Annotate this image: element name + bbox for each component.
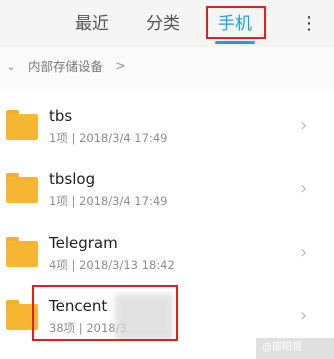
chevron-right-icon: ›: [300, 178, 308, 199]
tab-recent[interactable]: 最近: [72, 12, 112, 36]
chevron-down-icon[interactable]: ⌄: [4, 59, 18, 75]
breadcrumb: ⌄ 内部存储设备 >: [0, 47, 334, 89]
active-tab-indicator: [215, 41, 255, 44]
annotation-highlight-phone: [206, 6, 266, 39]
folder-meta: 4项 | 2018/3/13 18:42: [49, 258, 175, 272]
chevron-right-icon: >: [115, 59, 126, 74]
folder-meta: 1项 | 2018/3/4 17:49: [49, 194, 168, 208]
chevron-right-icon: ›: [300, 242, 308, 263]
list-item[interactable]: tbslog 1项 | 2018/3/4 17:49 ›: [0, 157, 334, 221]
folder-icon: [6, 173, 38, 203]
chevron-right-icon: ›: [300, 305, 308, 326]
folder-name: tbslog: [49, 170, 96, 188]
tab-category[interactable]: 分类: [143, 12, 183, 36]
annotation-highlight-tencent: [32, 285, 178, 341]
folder-meta: 1项 | 2018/3/4 17:49: [49, 131, 168, 145]
top-tab-bar: 最近 分类 手机 ⋮: [0, 0, 334, 47]
chevron-right-icon: ›: [300, 115, 308, 136]
list-item[interactable]: Telegram 4项 | 2018/3/13 18:42 ›: [0, 221, 334, 285]
more-options-icon[interactable]: ⋮: [300, 12, 318, 36]
list-item[interactable]: tbs 1项 | 2018/3/4 17:49 ›: [0, 94, 334, 158]
folder-icon: [6, 237, 38, 267]
breadcrumb-internal-storage[interactable]: 内部存储设备: [28, 59, 103, 75]
folder-name: tbs: [49, 107, 73, 125]
folder-icon: [6, 110, 38, 140]
watermark-text: @邵阳哥: [262, 342, 302, 353]
folder-name: Telegram: [49, 234, 118, 252]
